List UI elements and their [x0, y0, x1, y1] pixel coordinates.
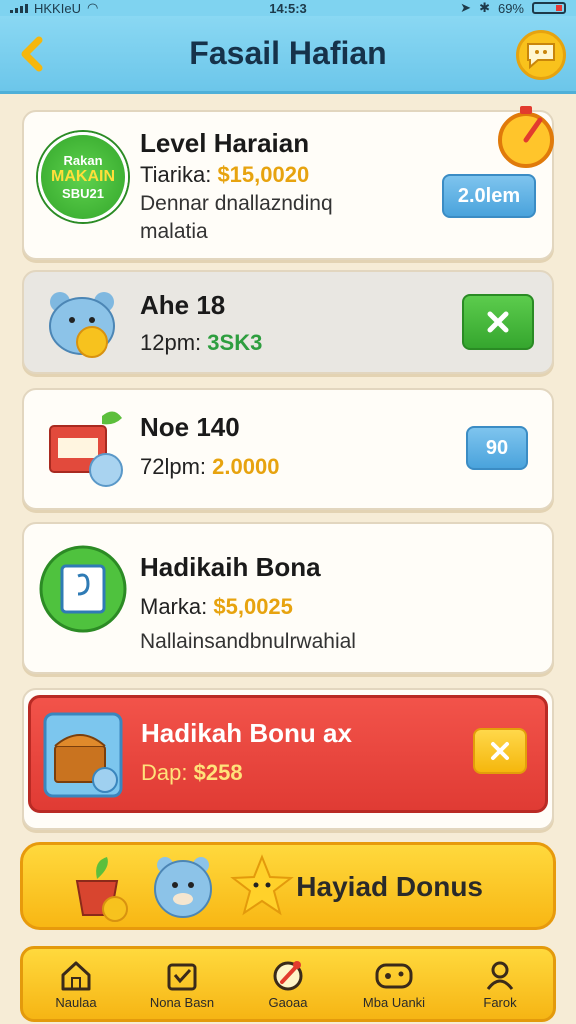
card-sub: 72lpm: 2.0000: [140, 454, 279, 480]
card-ahe[interactable]: Ahe 18 12pm: 3SK3: [22, 270, 554, 374]
card-hadikah-bonus[interactable]: Hadikah Bonu ax Dap: $258: [28, 695, 548, 813]
gamepad-icon: [375, 963, 413, 988]
badge-text-1: Rakan: [63, 153, 103, 168]
profile-icon: [486, 961, 514, 990]
card-noe[interactable]: Noe 140 72lpm: 2.0000 90: [22, 388, 554, 510]
gift-card-icon: [39, 545, 127, 633]
close-button[interactable]: [473, 728, 527, 774]
card-desc: Dennar dnallazndinq malatia: [140, 190, 333, 246]
desc-line-1: Dennar dnallazndinq: [140, 192, 333, 215]
bluetooth-icon: ✱: [479, 0, 490, 15]
nav-item-gift[interactable]: Nona Basn: [132, 959, 232, 1010]
chevron-left-icon: [21, 36, 43, 72]
nav-label: Gaoaa: [268, 994, 308, 1010]
desc-line-2: malatia: [140, 220, 208, 243]
card-title: Noe 140: [140, 412, 240, 442]
sub-prefix: 72lpm:: [140, 454, 207, 479]
wifi-icon: ◠: [86, 0, 99, 15]
card-title: Level Haraian: [140, 128, 310, 158]
stopwatch-icon: [498, 106, 554, 168]
gift-box-icon: [167, 963, 197, 990]
daily-bonus-button[interactable]: Hayiad Donus: [20, 842, 556, 930]
sub-value: $15,0020: [217, 162, 310, 187]
card-sub: Marka: $5,0025: [140, 594, 293, 620]
sub-value: 2.0000: [212, 454, 280, 479]
header-bar: Fasail Hafian: [0, 16, 576, 94]
chat-bubble-icon: [527, 43, 555, 70]
close-button[interactable]: [462, 294, 534, 350]
card-title: Ahe 18: [140, 290, 226, 320]
sub-prefix: Tiarika:: [140, 162, 212, 187]
nav-item-profile[interactable]: Farok: [450, 959, 550, 1010]
card-sub: 12pm: 3SK3: [140, 330, 262, 356]
compass-icon: [273, 960, 303, 990]
nav-label: Nona Basn: [149, 994, 215, 1010]
makan-badge-icon: Rakan MAKAIN SBU21: [38, 132, 128, 222]
sub-prefix: 12pm:: [140, 330, 202, 355]
close-icon: [487, 311, 509, 333]
close-icon: [491, 742, 509, 760]
sub-value: 3SK3: [207, 330, 263, 355]
chat-button[interactable]: [516, 30, 566, 80]
signal-icon: [10, 3, 28, 13]
nav-item-explore[interactable]: Gaoaa: [238, 959, 338, 1010]
card-hadikaih[interactable]: Hadikaih Bona Marka: $5,0025 Nallainsand…: [22, 522, 554, 674]
card-desc: Nallainsandbnulrwahial: [140, 630, 356, 653]
bottom-nav: Naulaa Nona Basn Gaoaa Mba Uanki Farok: [20, 946, 556, 1022]
daily-bonus-label: Hayiad Donus: [296, 871, 483, 902]
sub-prefix: Marka:: [140, 594, 208, 619]
badge-text-2: MAKAIN: [51, 168, 115, 185]
battery-icon: [532, 2, 566, 14]
card-title: Hadikaih Bona: [140, 552, 321, 582]
star-icon: [230, 854, 294, 916]
back-button[interactable]: [12, 34, 52, 74]
flower-pot-icon: [75, 857, 128, 922]
treasure-chest-icon: [43, 712, 123, 798]
nav-label: Naulaa: [55, 994, 97, 1010]
sub-value: $5,0025: [213, 594, 293, 619]
status-bar: HKKIeU ◠ 14:5:3 ➤ ✱ 69%: [0, 0, 576, 16]
bear-mascot-icon: [154, 857, 212, 918]
status-time: 14:5:3: [269, 0, 307, 16]
nav-item-games[interactable]: Mba Uanki: [344, 959, 444, 1010]
card-title: Hadikah Bonu ax: [141, 718, 352, 748]
badge-text-3: SBU21: [62, 186, 104, 201]
page-title: Fasail Hafian: [189, 35, 387, 71]
action-button[interactable]: 90: [466, 426, 528, 470]
nav-label: Farok: [483, 994, 517, 1010]
gift-box-icon: [49, 411, 123, 487]
nav-label: Mba Uanki: [362, 994, 426, 1010]
card-level[interactable]: Rakan MAKAIN SBU21 Level Haraian Tiarika…: [22, 106, 554, 260]
claim-button[interactable]: 2.0lem: [442, 174, 536, 218]
bear-coin-icon: [49, 292, 115, 358]
sub-value: $258: [193, 760, 243, 785]
sub-prefix: Dap:: [141, 760, 188, 785]
card-sub: Dap: $258: [141, 760, 243, 786]
battery-percent: 69%: [497, 0, 524, 16]
home-icon: [61, 961, 91, 990]
carrier-text: HKKIeU: [34, 0, 81, 16]
nav-item-home[interactable]: Naulaa: [26, 959, 126, 1010]
location-icon: ➤: [460, 0, 472, 15]
card-sub: Tiarika: $15,0020: [140, 162, 309, 188]
